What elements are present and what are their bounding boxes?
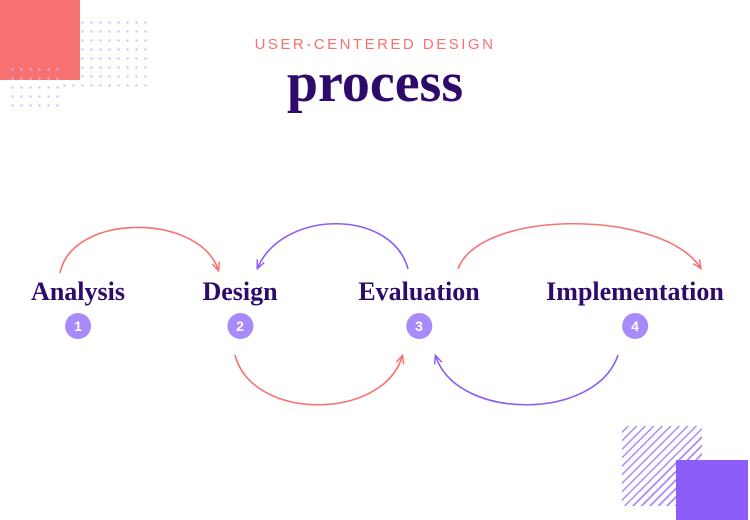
step-label: Implementation xyxy=(546,277,724,307)
arrow-analysis-to-design xyxy=(60,227,218,273)
step-label: Evaluation xyxy=(358,277,479,307)
decorative-square-bottom-right xyxy=(676,460,748,520)
header: USER-CENTERED DESIGN process xyxy=(0,0,750,115)
title: process xyxy=(0,51,750,115)
step-evaluation: Evaluation 3 xyxy=(358,277,479,339)
step-analysis: Analysis 1 xyxy=(31,277,125,339)
process-diagram: Analysis 1 Design 2 Evaluation 3 Impleme… xyxy=(0,195,750,455)
step-number-badge: 4 xyxy=(622,313,648,339)
step-label: Design xyxy=(202,277,277,307)
step-number-badge: 1 xyxy=(65,313,91,339)
arrow-design-to-evaluation xyxy=(235,355,402,405)
arrow-evaluation-to-implementation xyxy=(458,224,700,269)
arrow-evaluation-to-design xyxy=(258,224,408,269)
step-number-badge: 3 xyxy=(406,313,432,339)
step-number-badge: 2 xyxy=(227,313,253,339)
step-design: Design 2 xyxy=(202,277,277,339)
arrow-implementation-to-evaluation xyxy=(436,355,618,405)
step-implementation: Implementation 4 xyxy=(546,277,724,339)
step-label: Analysis xyxy=(31,277,125,307)
decorative-dots-2 xyxy=(8,65,64,111)
